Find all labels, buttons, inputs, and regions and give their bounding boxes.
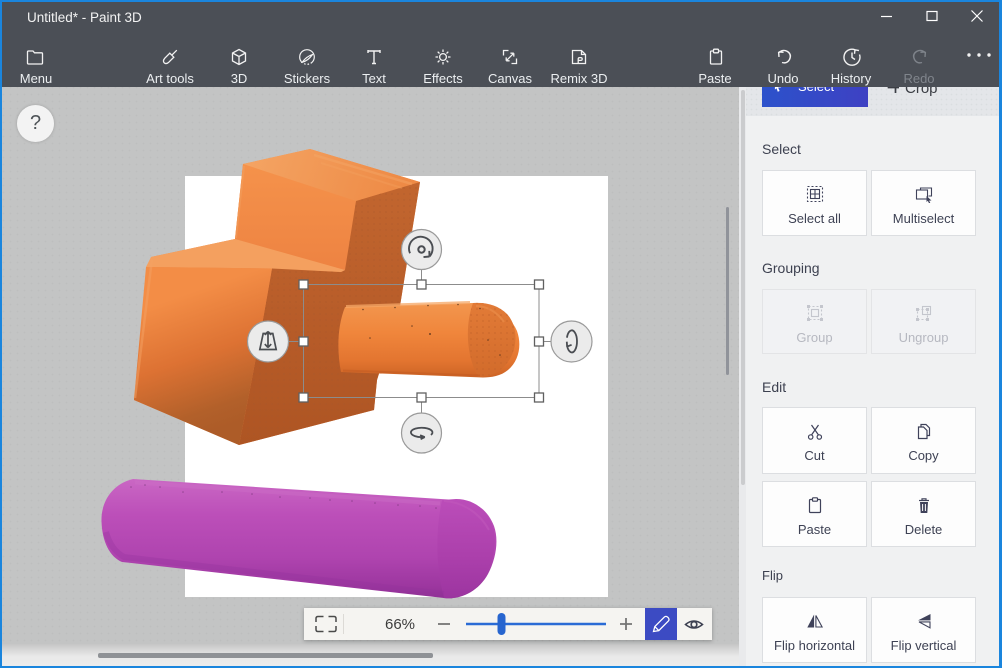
- svg-text:66%: 66%: [385, 616, 415, 633]
